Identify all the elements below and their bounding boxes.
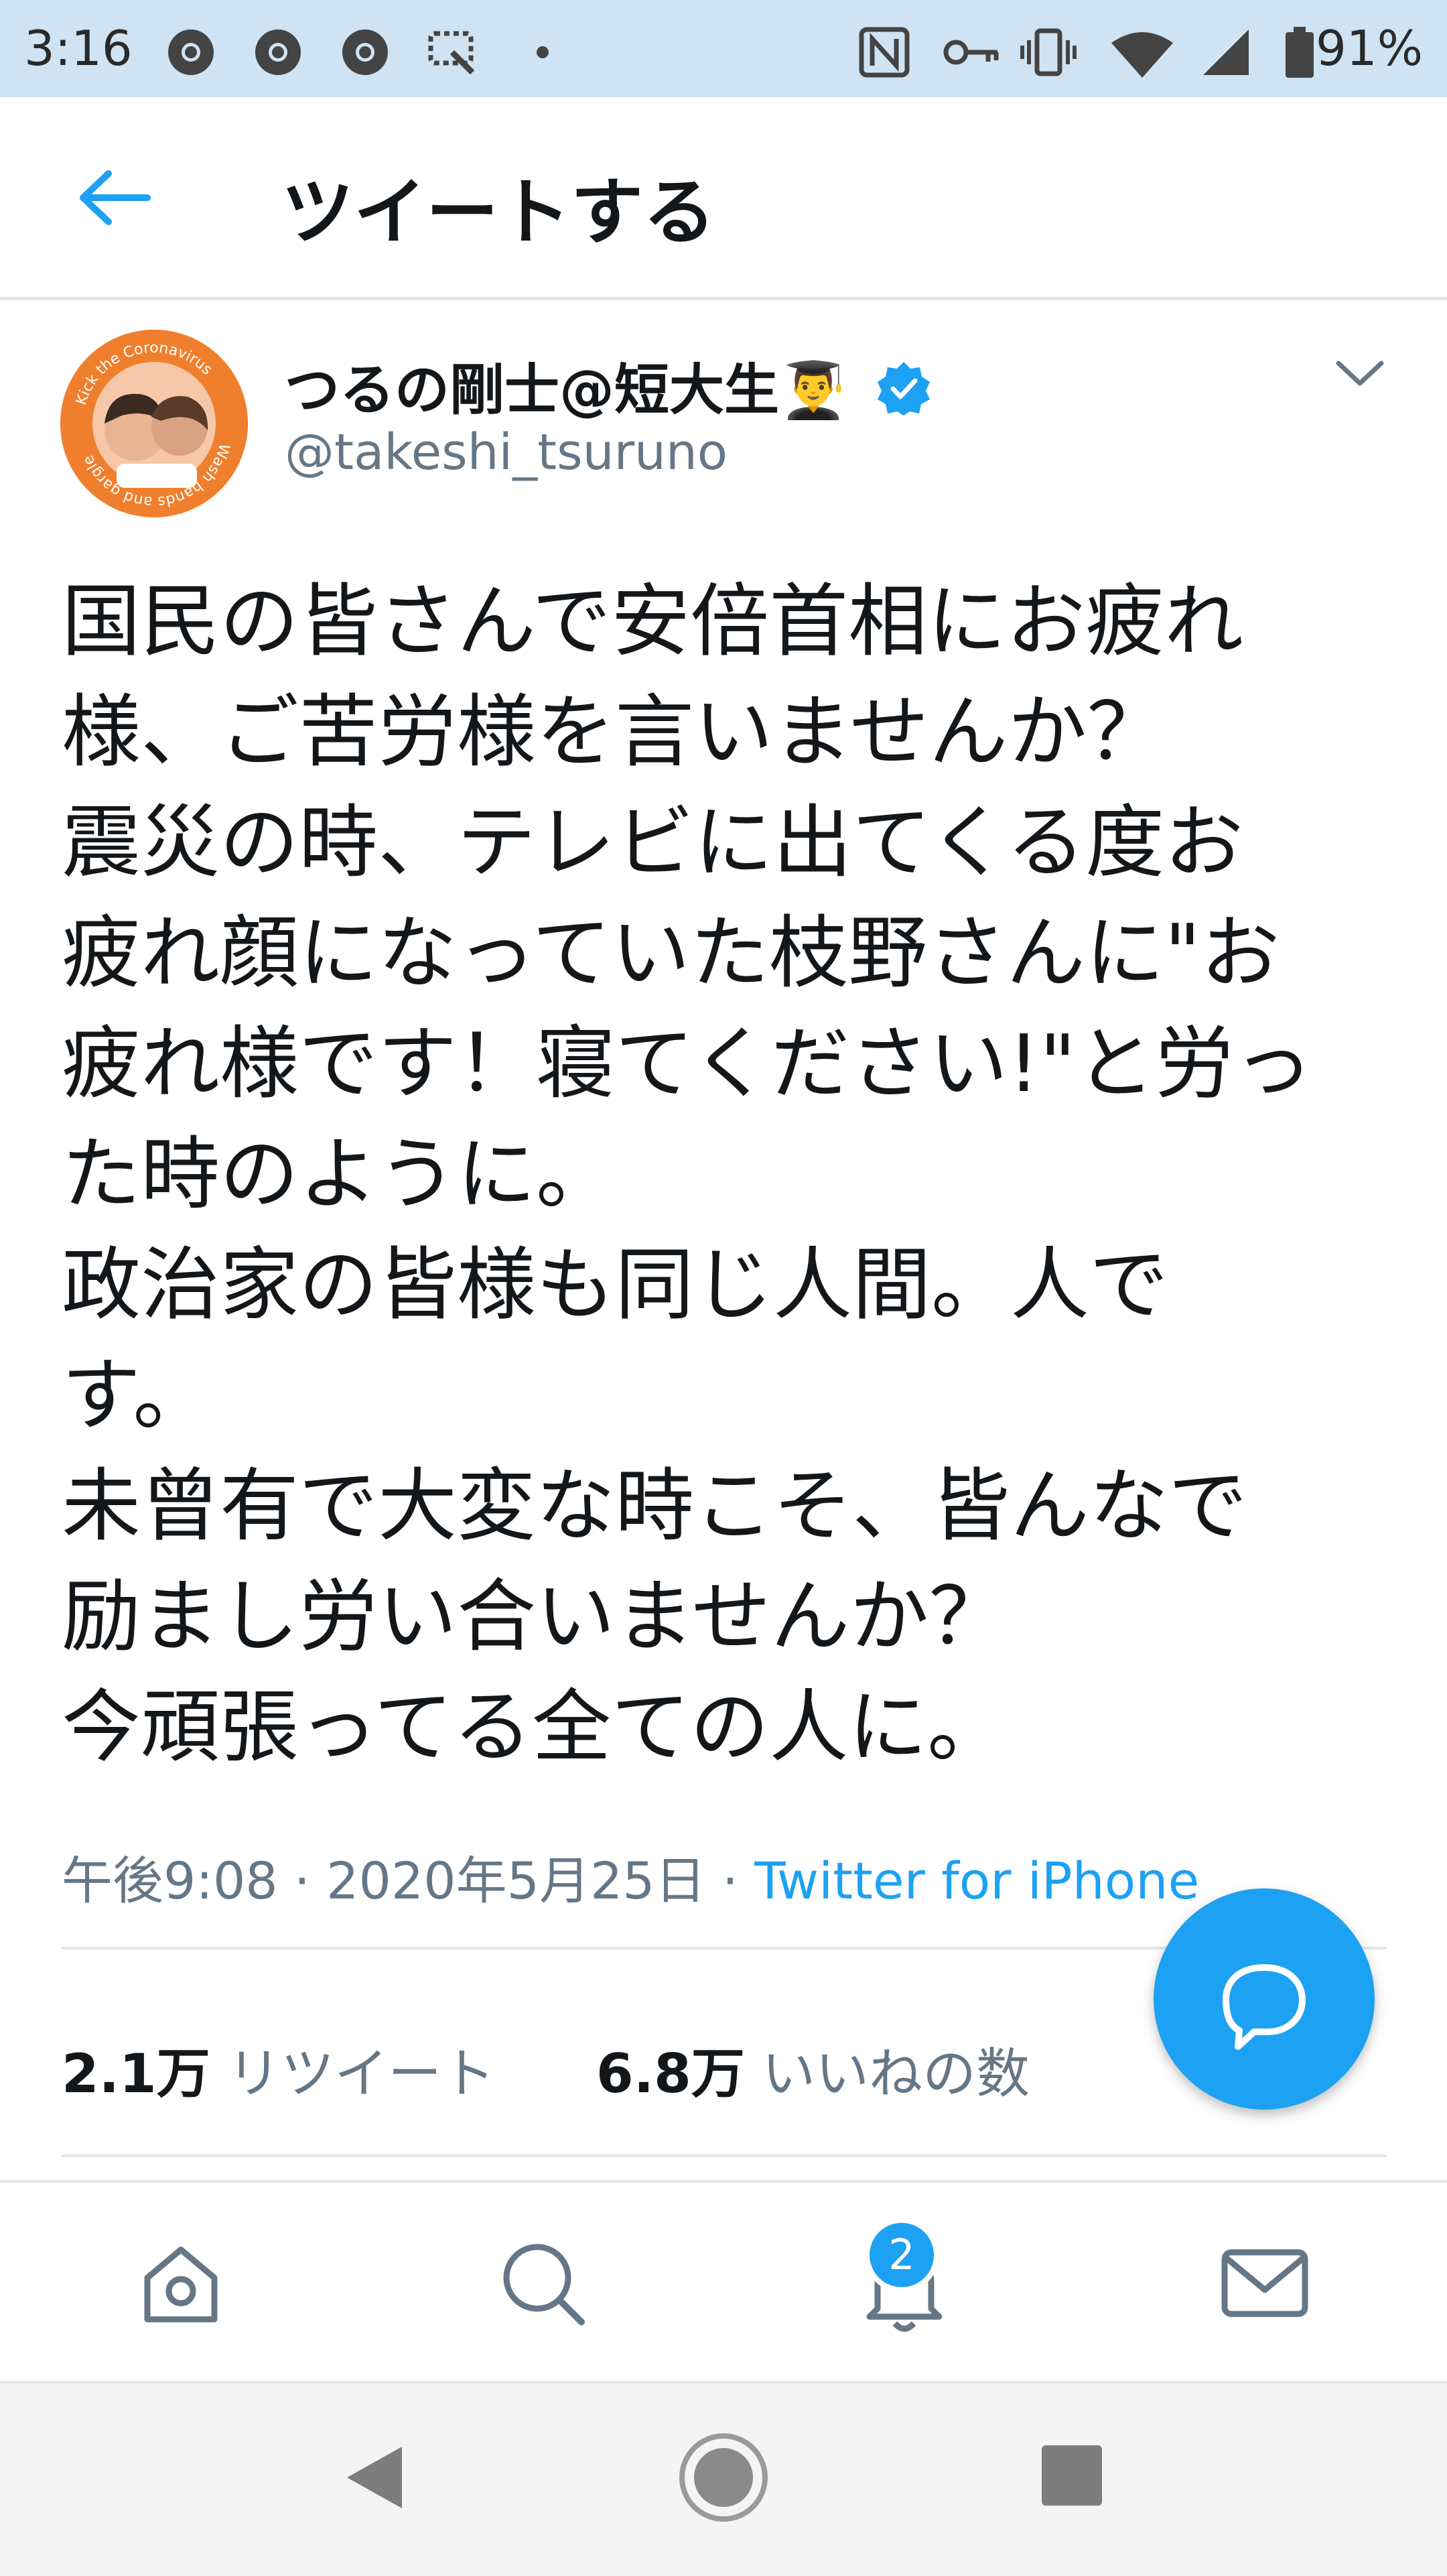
speech-bubble-icon <box>1223 1964 1306 2050</box>
tweet-line: 震災の時、テレビに出てくる度お <box>62 796 1244 889</box>
tweet-line: 様、ご苦労様を言いませんか？ <box>62 686 1166 778</box>
tweet-source-link[interactable]: Twitter for iPhone <box>754 1851 1199 1911</box>
tweet-line: 国民の皆さんで安倍首相にお疲れ <box>62 575 1244 667</box>
status-time: 3:16 <box>24 20 133 76</box>
tweet-line: 疲れ様です！寝てください!"と労っ <box>62 1017 1314 1110</box>
battery-icon <box>1286 27 1314 78</box>
dot-icon <box>537 46 549 58</box>
wifi-icon <box>1111 32 1173 78</box>
separator: · <box>721 1851 755 1911</box>
chevron-down-icon[interactable] <box>1333 354 1387 394</box>
tweet-time: 午後9:08 <box>62 1851 278 1911</box>
display-name-text: つるの剛士@短大生👨‍🎓 <box>285 359 848 422</box>
back-triangle-icon[interactable] <box>335 2437 415 2518</box>
tweet-line: 政治家の皆様も同じ人間。人で <box>62 1238 1169 1331</box>
tab-bar: 2 <box>0 2180 1447 2384</box>
tweet-text: 国民の皆さんで安倍首相にお疲れ 様、ご苦労様を言いませんか？ 震災の時、テレビに… <box>62 566 1395 1783</box>
header: ツイートする <box>0 97 1447 300</box>
chrome-icon <box>255 29 301 75</box>
reply-fab-button[interactable] <box>1154 1888 1375 2110</box>
back-arrow-icon[interactable] <box>74 164 154 231</box>
avatar[interactable]: Kick the Coronavirus Wash hands and garg… <box>60 330 248 517</box>
status-bar: 3:16 91% <box>0 0 1447 97</box>
tweet-line: 今頑張ってる全ての人に。 <box>62 1681 1007 1773</box>
tweet-meta: 午後9:08 · 2020年5月25日 · Twitter for iPhone <box>62 1840 1199 1913</box>
tweet-stats: 2.1万 リツイート 6.8万 いいねの数 <box>62 2031 1030 2108</box>
home-circle-icon[interactable] <box>677 2431 770 2524</box>
handle[interactable]: @takeshi_tsuruno <box>285 424 728 481</box>
like-stat[interactable]: 6.8万 いいねの数 <box>596 2043 1030 2105</box>
search-icon[interactable] <box>489 2230 596 2337</box>
battery-percent: 91% <box>1315 20 1423 76</box>
like-label: いいねの数 <box>762 2043 1030 2105</box>
vibrate-icon <box>1020 28 1077 76</box>
retweet-stat[interactable]: 2.1万 リツイート <box>62 2043 512 2105</box>
signal-icon <box>1203 29 1249 75</box>
page-title: ツイートする <box>281 171 716 255</box>
tweet-line: す。 <box>62 1349 212 1441</box>
tweet-date: 2020年5月25日 <box>326 1851 706 1911</box>
retweet-label: リツイート <box>227 2043 496 2105</box>
verified-badge-icon <box>877 362 930 415</box>
avatar-image: Kick the Coronavirus Wash hands and garg… <box>60 330 248 517</box>
tweet-line: 疲れ顔になっていた枝野さんに"お <box>62 907 1280 999</box>
cast-icon <box>428 31 475 75</box>
like-count: 6.8万 <box>596 2043 745 2105</box>
vpn-key-icon <box>943 40 999 65</box>
recents-square-icon[interactable] <box>1035 2439 1109 2512</box>
nfc-icon <box>859 27 910 78</box>
chrome-icon <box>168 29 214 75</box>
retweet-count: 2.1万 <box>62 2043 210 2105</box>
chrome-icon <box>342 29 388 75</box>
messages-envelope-icon[interactable] <box>1211 2230 1318 2337</box>
tweet-line: 未曾有で大変な時こそ、皆んなで <box>62 1460 1248 1552</box>
home-icon[interactable] <box>127 2230 234 2337</box>
tweet-line: た時のように。 <box>62 1128 616 1220</box>
display-name[interactable]: つるの剛士@短大生👨‍🎓 <box>285 345 931 425</box>
separator: · <box>293 1851 327 1911</box>
system-nav-bar <box>0 2381 1447 2576</box>
notification-badge: 2 <box>864 2217 939 2293</box>
divider <box>62 2154 1387 2157</box>
tweet-line: 励まし労い合いませんか？ <box>62 1570 1008 1663</box>
